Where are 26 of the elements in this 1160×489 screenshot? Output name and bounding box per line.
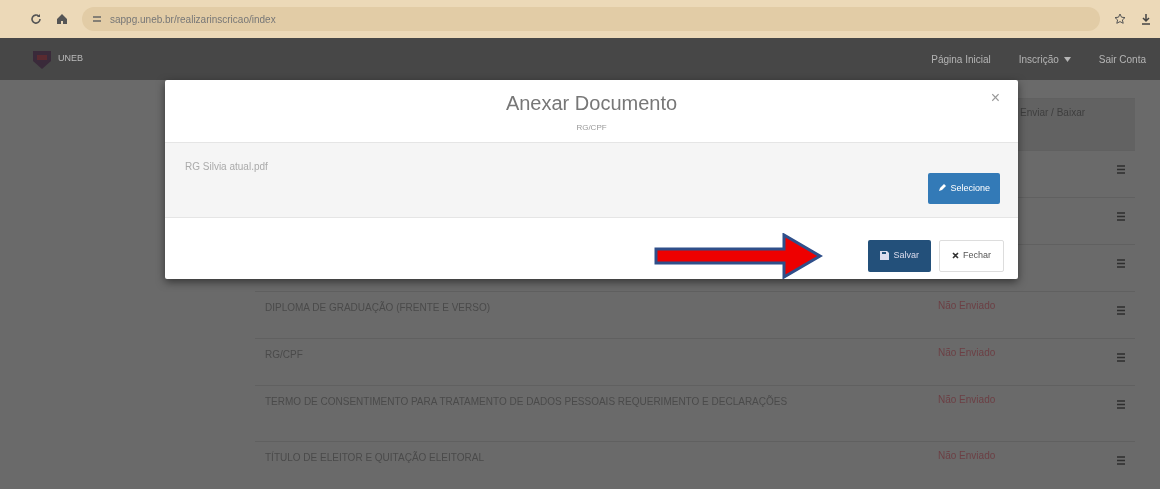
select-button[interactable]: Selecione [928, 173, 1000, 204]
menu-icon[interactable] [1117, 259, 1125, 268]
reload-icon[interactable] [30, 13, 42, 25]
menu-icon[interactable] [1117, 353, 1125, 362]
url-text[interactable]: sappg.uneb.br/realizarinscricao/index [110, 11, 276, 27]
home-icon[interactable] [56, 13, 68, 25]
menu-icon[interactable] [1117, 456, 1125, 465]
star-icon[interactable] [1114, 13, 1126, 25]
menu-icon[interactable] [1117, 400, 1125, 409]
modal-subtitle: RG/CPF [576, 122, 607, 134]
menu-icon[interactable] [1117, 165, 1125, 174]
site-settings-icon[interactable] [92, 14, 102, 24]
menu-icon[interactable] [1117, 306, 1125, 315]
modal-title: Anexar Documento [505, 91, 678, 116]
pencil-icon [938, 184, 947, 193]
logo-text: UNEB [58, 52, 83, 66]
save-button[interactable]: Salvar [868, 240, 931, 272]
nav-link[interactable]: Sair Conta [1098, 51, 1146, 67]
nav-link[interactable]: Inscrição [1018, 51, 1071, 67]
close-icon [952, 252, 959, 260]
close-button[interactable]: × [990, 90, 1000, 106]
menu-icon[interactable] [1117, 212, 1125, 221]
close-button[interactable]: Fechar [939, 240, 1004, 272]
file-name: RG Silvia atual.pdf [185, 160, 268, 174]
nav-link[interactable]: Página Inicial [931, 51, 991, 67]
download-icon[interactable] [1140, 13, 1152, 25]
